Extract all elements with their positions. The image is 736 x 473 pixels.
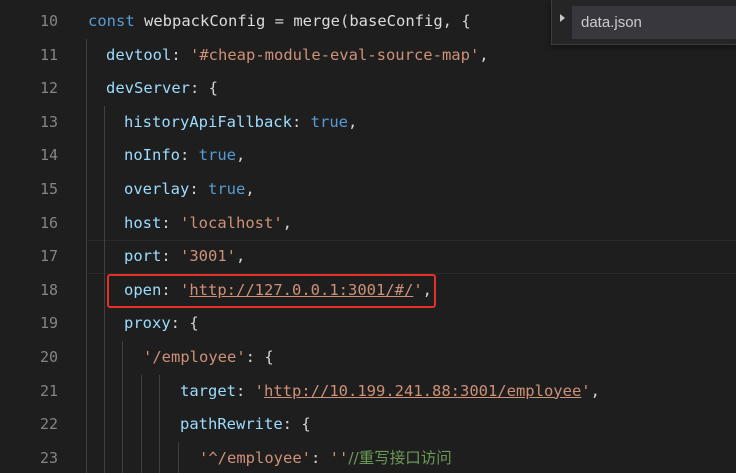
- code-token: true: [198, 146, 236, 165]
- code-text: host: 'localhost',: [124, 207, 292, 241]
- code-token: '3001': [180, 247, 236, 266]
- code-token: proxy: [124, 314, 171, 333]
- file-outline-panel[interactable]: data.json: [551, 0, 736, 45]
- code-token: '': [329, 448, 349, 467]
- code-line[interactable]: 15 overlay: true,: [0, 173, 736, 207]
- code-line[interactable]: 17 port: '3001',: [0, 240, 736, 274]
- line-number: 21: [39, 381, 58, 400]
- chevron-right-icon[interactable]: [560, 14, 565, 22]
- code-token: : {: [282, 415, 311, 434]
- code-line[interactable]: 14 noInfo: true,: [0, 139, 736, 173]
- code-text: const webpackConfig = merge(baseConfig, …: [88, 5, 471, 39]
- code-token: :: [310, 448, 330, 467]
- code-token: : {: [245, 348, 274, 366]
- code-token: true: [208, 180, 246, 198]
- code-token: ,: [245, 180, 255, 198]
- code-token: historyApiFallback: [124, 112, 292, 131]
- code-token: host: [124, 213, 162, 232]
- code-token: noInfo: [124, 146, 180, 165]
- code-token: '#cheap-module-eval-source-map': [190, 45, 480, 64]
- code-token: ,: [479, 45, 489, 64]
- code-token: :: [189, 180, 208, 198]
- code-text: overlay: true,: [124, 173, 255, 207]
- line-number: 15: [39, 180, 58, 198]
- code-token: target: [180, 381, 236, 400]
- outline-file-name: data.json: [581, 14, 642, 31]
- code-token: (: [340, 12, 350, 30]
- code-token: ,: [236, 247, 246, 266]
- line-number: 16: [39, 213, 58, 232]
- code-editor[interactable]: 10 const webpackConfig = merge(baseConfig…: [0, 0, 736, 473]
- code-token: devtool: [106, 45, 172, 64]
- code-token: pathRewrite: [180, 415, 283, 434]
- code-token: :: [161, 213, 180, 232]
- code-token: :: [180, 146, 199, 165]
- code-text: '^/employee': ''//重写接口访问: [199, 442, 452, 473]
- line-number: 13: [39, 112, 58, 131]
- code-token: merge: [293, 12, 340, 30]
- line-number: 14: [39, 146, 58, 165]
- code-text: historyApiFallback: true,: [124, 106, 357, 140]
- code-token: ': [581, 381, 591, 400]
- code-text: target: 'http://10.199.241.88:3001/emplo…: [180, 375, 600, 409]
- code-token: webpackConfig: [144, 12, 266, 30]
- code-text: noInfo: true,: [124, 139, 245, 173]
- code-token: port: [124, 247, 162, 266]
- code-text: '/employee': {: [143, 341, 274, 375]
- code-token: baseConfig: [349, 12, 443, 30]
- line-number: 23: [39, 448, 58, 467]
- code-token: :: [236, 381, 255, 400]
- code-token: ,: [590, 381, 600, 400]
- code-line[interactable]: 16 host: 'localhost',: [0, 207, 736, 241]
- code-token: '^/employee': [199, 448, 311, 467]
- code-token: , {: [442, 12, 471, 30]
- line-number: 18: [39, 280, 58, 299]
- code-token: 'localhost': [180, 213, 283, 232]
- line-number: 17: [39, 247, 58, 266]
- code-token: true: [310, 112, 348, 131]
- code-text: port: '3001',: [124, 240, 245, 274]
- code-token: : {: [190, 79, 218, 98]
- code-token: http://10.199.241.88:3001/employee: [264, 381, 582, 400]
- line-number: 22: [39, 415, 58, 434]
- code-token: :: [291, 112, 311, 131]
- code-token: const: [88, 12, 144, 30]
- code-token: ': [254, 381, 265, 400]
- code-line[interactable]: 13 historyApiFallback: true,: [0, 106, 736, 140]
- line-number: 12: [39, 79, 58, 98]
- code-token: '/employee': [143, 348, 246, 366]
- code-line[interactable]: 19 proxy: {: [0, 307, 736, 341]
- line-number: 10: [39, 12, 58, 30]
- outline-file-item[interactable]: data.json: [572, 6, 736, 39]
- code-text: pathRewrite: {: [180, 408, 311, 442]
- code-token: : {: [170, 314, 199, 333]
- code-token: devServer: [106, 79, 190, 98]
- code-token: :: [161, 247, 180, 266]
- code-line[interactable]: 22 pathRewrite: {: [0, 408, 736, 442]
- highlight-annotation-box: [107, 274, 436, 308]
- code-text: devtool: '#cheap-module-eval-source-map'…: [106, 39, 489, 73]
- code-token: ,: [236, 146, 246, 165]
- code-token: :: [171, 45, 190, 64]
- code-token: //重写接口访问: [348, 448, 452, 467]
- code-line[interactable]: 20 '/employee': {: [0, 341, 736, 375]
- code-text: devServer: {: [106, 72, 218, 106]
- code-token: =: [265, 12, 294, 30]
- code-token: ,: [282, 213, 292, 232]
- code-text: proxy: {: [124, 307, 199, 341]
- code-token: ,: [347, 112, 358, 131]
- code-line[interactable]: 12 devServer: {: [0, 72, 736, 106]
- code-line[interactable]: 21 target: 'http://10.199.241.88:3001/emp…: [0, 375, 736, 409]
- code-token: overlay: [124, 180, 190, 198]
- line-number: 20: [39, 348, 58, 366]
- line-number: 19: [39, 314, 58, 333]
- line-number: 11: [39, 45, 58, 64]
- code-line[interactable]: 23 '^/employee': ''//重写接口访问: [0, 442, 736, 473]
